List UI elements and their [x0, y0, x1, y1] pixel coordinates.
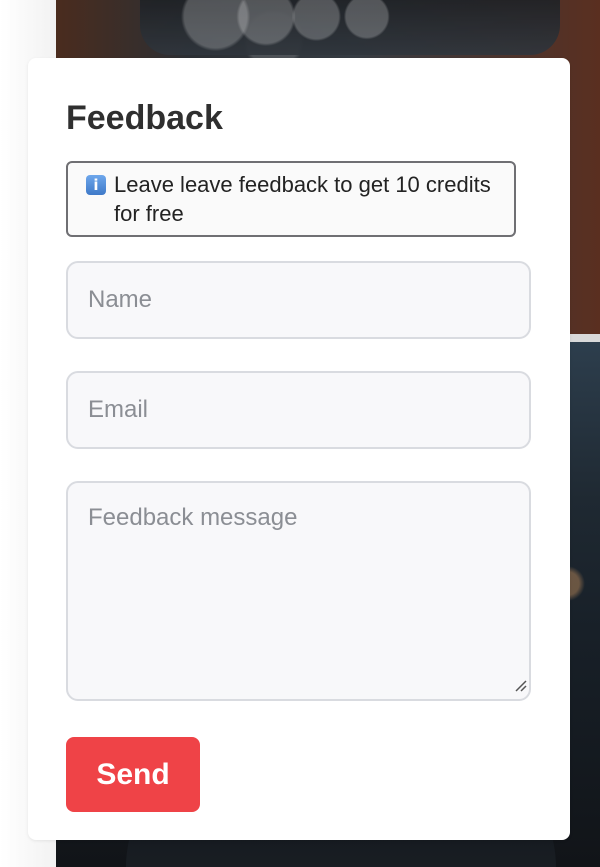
feedback-info-box: i Leave leave feedback to get 10 credits…	[66, 161, 516, 238]
name-input[interactable]	[66, 261, 531, 340]
feedback-info-text: Leave leave feedback to get 10 credits f…	[114, 172, 491, 227]
info-icon: i	[86, 175, 106, 196]
feedback-title: Feedback	[66, 99, 223, 137]
send-button[interactable]: Send	[66, 737, 200, 813]
feedback-page: Feedback i Leave leave feedback to get 1…	[0, 0, 600, 867]
email-input[interactable]	[66, 371, 531, 450]
feedback-modal: Feedback i Leave leave feedback to get 1…	[28, 58, 570, 840]
feedback-message-textarea[interactable]	[66, 481, 531, 702]
